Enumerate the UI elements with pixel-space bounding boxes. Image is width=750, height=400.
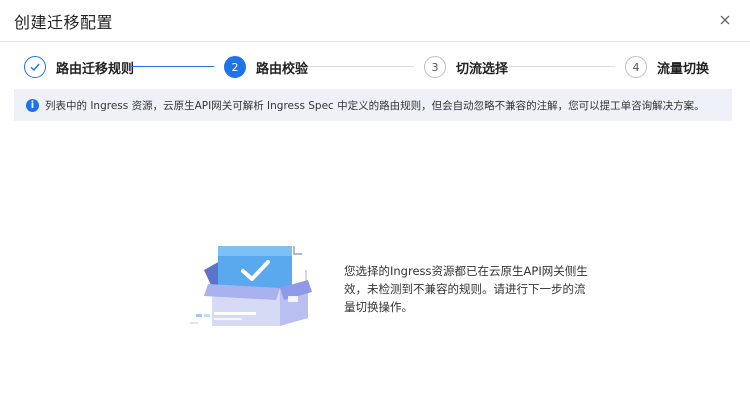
step-route-migration-rules[interactable]: 路由迁移规则 bbox=[24, 52, 134, 82]
close-button[interactable] bbox=[714, 9, 736, 31]
dialog-title: 创建迁移配置 bbox=[14, 13, 114, 32]
info-icon: i bbox=[26, 98, 39, 112]
step-done-indicator bbox=[24, 56, 46, 78]
step-number: 4 bbox=[625, 56, 647, 78]
steps-bar: 路由迁移规则 2 路由校验 3 切流选择 4 流量切换 bbox=[0, 52, 750, 82]
step-traffic-switch[interactable]: 4 流量切换 bbox=[625, 52, 709, 82]
step-label: 切流选择 bbox=[456, 61, 509, 77]
step-connector bbox=[308, 66, 414, 67]
step-route-validation[interactable]: 2 路由校验 bbox=[224, 52, 308, 82]
validation-result-message: 您选择的Ingress资源都已在云原生API网关侧生效，未检测到不兼容的规则。请… bbox=[344, 264, 588, 314]
step-traffic-selection[interactable]: 3 切流选择 bbox=[424, 52, 508, 82]
step-label: 路由校验 bbox=[256, 61, 309, 77]
info-text: 列表中的 Ingress 资源，云原生API网关可解析 Ingress Spec… bbox=[45, 99, 705, 112]
info-banner: i 列表中的 Ingress 资源，云原生API网关可解析 Ingress Sp… bbox=[14, 89, 732, 121]
step-label: 路由迁移规则 bbox=[56, 61, 135, 77]
dialog-header: 创建迁移配置 bbox=[0, 0, 750, 42]
box-checkmark-illustration bbox=[190, 238, 320, 333]
step-number: 2 bbox=[224, 56, 246, 78]
step-label: 流量切换 bbox=[657, 61, 710, 77]
check-icon bbox=[30, 63, 40, 72]
step-connector bbox=[131, 66, 214, 67]
close-icon bbox=[720, 15, 730, 25]
step-number: 3 bbox=[424, 56, 446, 78]
step-connector bbox=[509, 66, 615, 67]
